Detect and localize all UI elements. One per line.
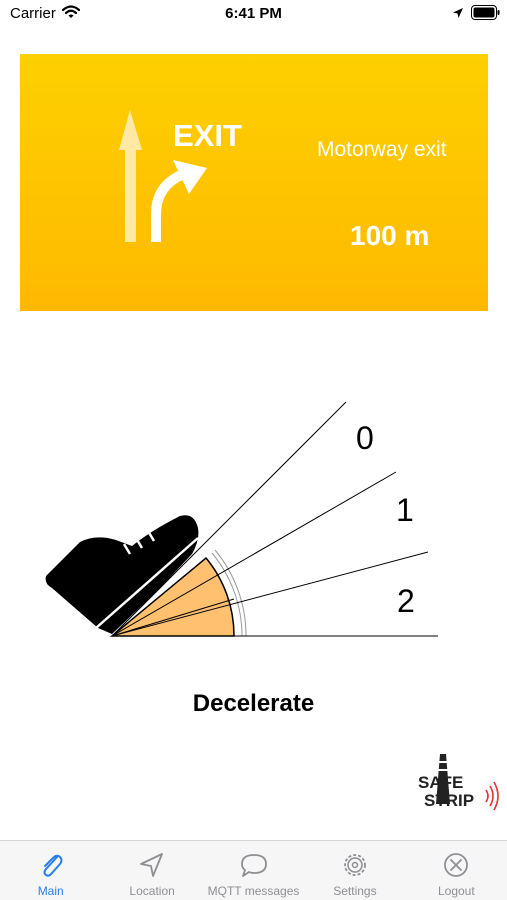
- logo-line-2: STRIP: [424, 791, 474, 810]
- gauge-level-2: 2: [397, 583, 415, 619]
- pedal-gauge: 0 1 2: [45, 401, 438, 637]
- destination-label: Motorway exit: [317, 138, 447, 161]
- gear-icon: [344, 854, 366, 876]
- tab-location-label: Location: [129, 884, 175, 898]
- tab-settings-label: Settings: [333, 884, 377, 898]
- tab-mqtt-messages-label: MQTT messages: [207, 884, 300, 898]
- status-bar: Carrier 6:41 PM: [0, 0, 507, 30]
- tab-main[interactable]: Main: [0, 841, 101, 900]
- tab-settings[interactable]: Settings: [304, 841, 405, 900]
- gauge-level-1: 1: [396, 492, 414, 528]
- close-circle-icon: [444, 853, 469, 877]
- tab-mqtt-messages[interactable]: MQTT messages: [203, 841, 304, 900]
- safestrip-logo: SAFE STRIP: [418, 754, 499, 811]
- exit-label: EXIT: [173, 118, 242, 153]
- tab-logout-label: Logout: [437, 884, 475, 898]
- distance-label: 100 m: [350, 220, 430, 251]
- action-status: Decelerate: [192, 690, 315, 717]
- speech-bubble-icon: [240, 854, 267, 877]
- logo-line-1: SAFE: [418, 773, 463, 792]
- location-arrow-icon: [140, 853, 164, 877]
- location-arrow-icon: [453, 8, 463, 18]
- tab-main-label: Main: [37, 884, 64, 898]
- gauge-level-0: 0: [356, 420, 374, 456]
- paperclip-icon: [43, 854, 63, 877]
- clock: 6:41 PM: [225, 5, 282, 22]
- tab-location[interactable]: Location: [101, 841, 202, 900]
- exit-sign: EXIT Motorway exit 100 m: [20, 54, 488, 311]
- tab-logout[interactable]: Logout: [406, 841, 507, 900]
- tab-bar: Main Location MQTT messages Settings Log…: [0, 840, 507, 900]
- battery-icon: [471, 5, 500, 20]
